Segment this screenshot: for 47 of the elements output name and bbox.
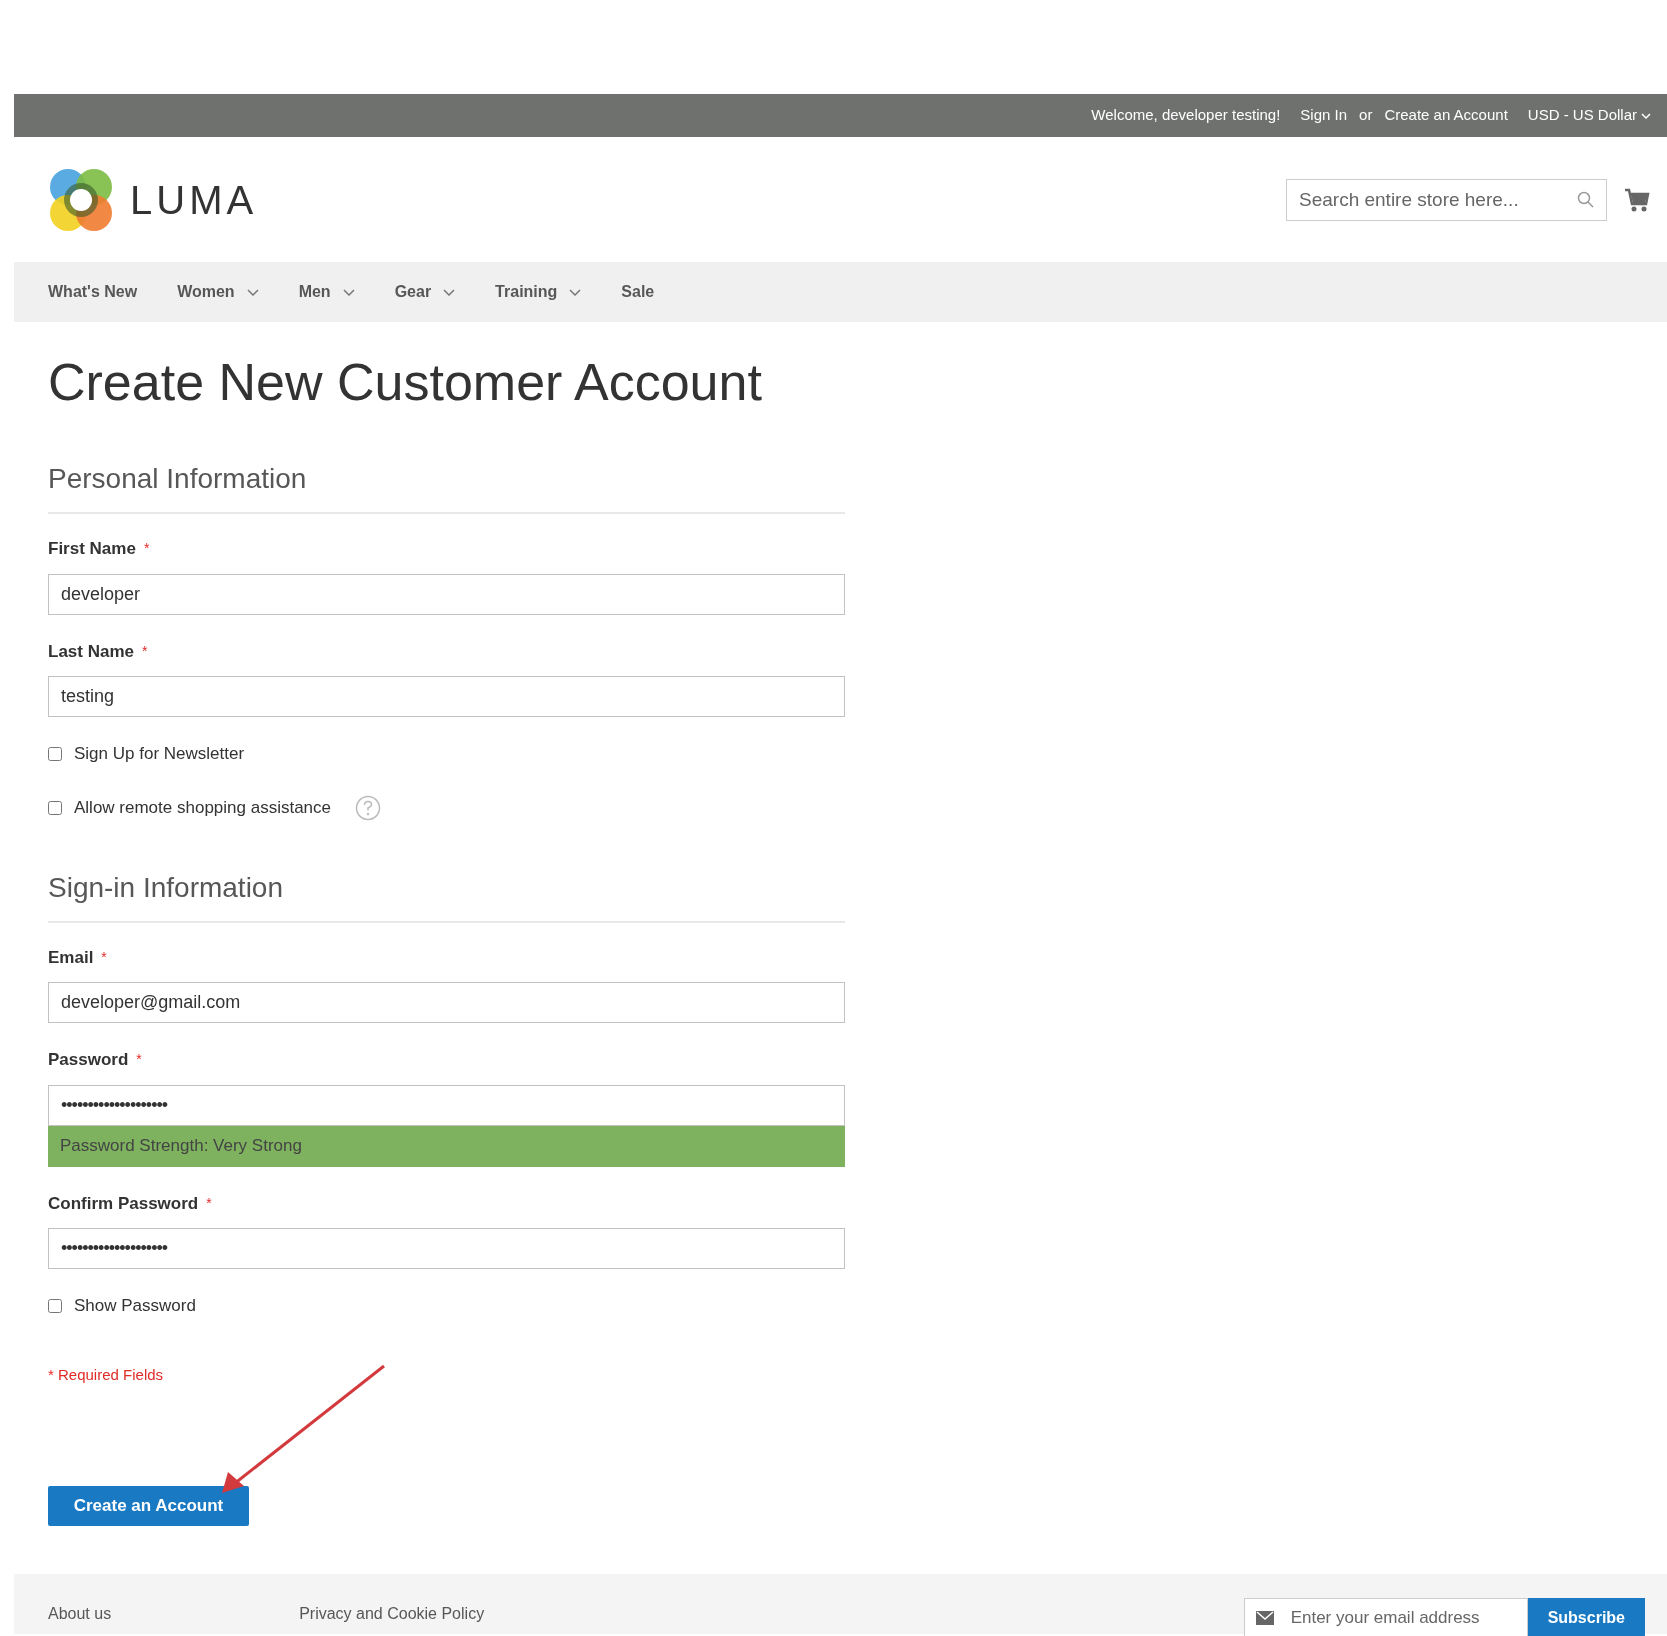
page-title: Create New Customer Account (48, 352, 763, 413)
create-account-button[interactable]: Create an Account (48, 1486, 249, 1526)
chevron-icon (1641, 112, 1651, 119)
required-mark: * (143, 539, 150, 559)
checkbox-label: Show Password (74, 1295, 196, 1317)
subscribe-button[interactable]: Subscribe (1527, 1598, 1645, 1636)
field-label: First Name (48, 538, 136, 560)
top-link[interactable]: Create an Account (1384, 104, 1508, 127)
search-icon (1577, 190, 1595, 209)
field-label: Confirm Password (48, 1192, 199, 1215)
input-field[interactable]: developer@gmail.com (48, 982, 845, 1023)
input-field[interactable]: •••••••••••••••••••• (48, 1084, 845, 1126)
top-link[interactable]: Sign In (1300, 104, 1348, 127)
nav-link[interactable]: Gear (394, 280, 456, 304)
welcome-text: Welcome, developer testing! (1091, 105, 1281, 126)
newsletter-field[interactable]: Enter your email address (1243, 1598, 1528, 1636)
field-label: Email (48, 946, 94, 969)
nav-link[interactable]: Training (495, 280, 582, 304)
nav-link[interactable]: Sale (621, 280, 655, 304)
field-label: Last Name (48, 640, 134, 663)
logo-icon (48, 166, 114, 233)
required-mark: * (136, 1050, 142, 1070)
required-mark: * (206, 1193, 212, 1213)
logo-text: LUMA (130, 176, 258, 224)
nav-link[interactable]: Men (298, 280, 355, 304)
section-heading: Sign-in Information (48, 866, 845, 923)
footer-link[interactable]: Privacy and Cookie Policy (299, 1602, 485, 1626)
separator-text: or (1359, 105, 1373, 126)
checkbox[interactable] (48, 1298, 62, 1313)
required-note: * Required Fields (48, 1364, 165, 1385)
section-heading: Personal Information (48, 458, 845, 514)
input-field[interactable]: •••••••••••••••••••• (48, 1228, 845, 1269)
input-field[interactable]: testing (48, 676, 845, 717)
currency-switcher[interactable]: USD - US Dollar (1527, 104, 1651, 127)
nav-link[interactable]: What's New (48, 280, 138, 304)
required-mark: * (142, 641, 148, 661)
footer-link[interactable]: About us (48, 1602, 112, 1626)
checkbox[interactable] (48, 800, 62, 815)
field-label: Password (48, 1049, 129, 1071)
checkbox[interactable] (48, 746, 62, 761)
search-field[interactable]: Search entire store here... (1286, 178, 1607, 221)
password-strength-meter: Password Strength: Very Strong (48, 1125, 845, 1167)
checkbox-label: Allow remote shopping assistance (74, 796, 332, 819)
required-mark: * (101, 947, 107, 967)
input-field[interactable]: developer (48, 573, 845, 615)
checkbox-label: Sign Up for Newsletter (74, 743, 245, 765)
nav-link[interactable]: Women (177, 280, 259, 304)
